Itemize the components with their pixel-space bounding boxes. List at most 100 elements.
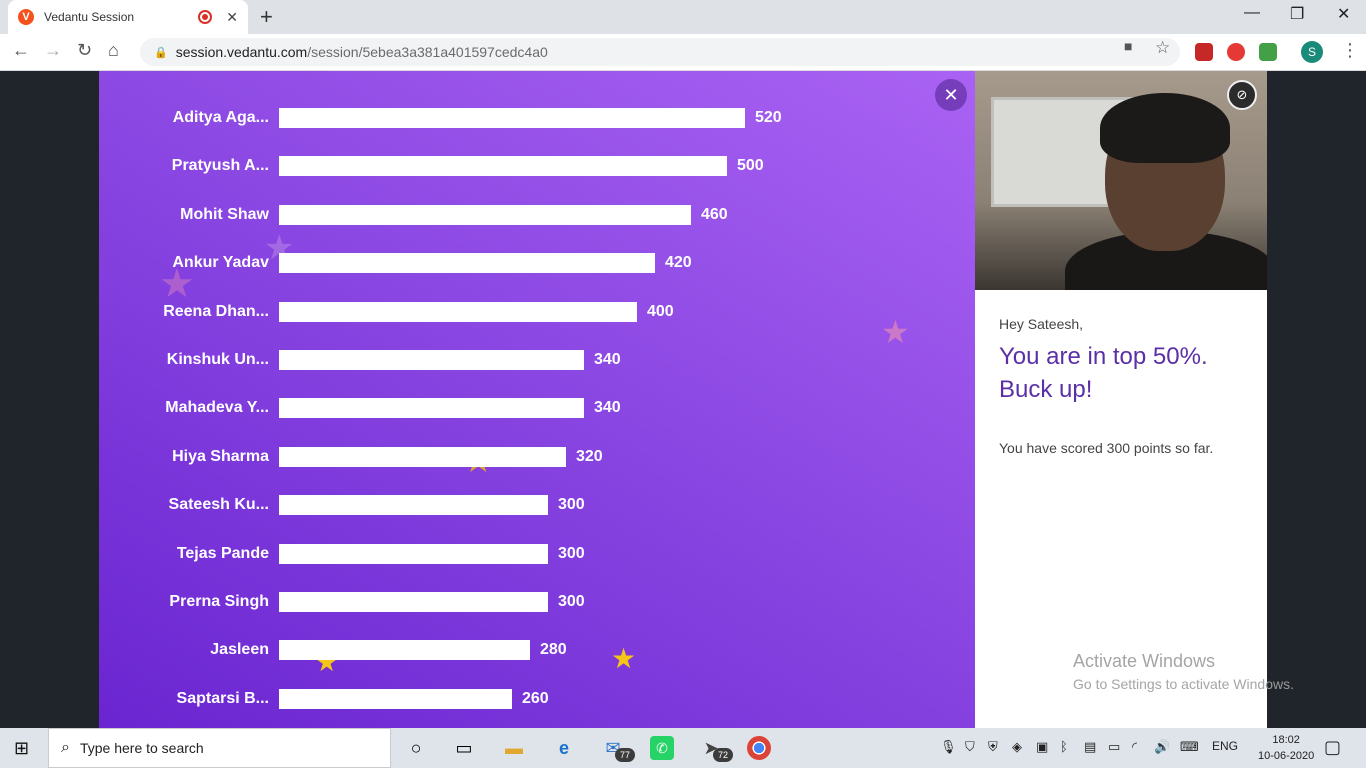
browser-tabstrip: V Vedantu Session ✕ + — ❐ ✕ xyxy=(0,0,1366,34)
student-name: Kinshuk Un... xyxy=(166,351,269,368)
language-indicator[interactable]: ENG xyxy=(1212,739,1238,753)
battery-icon[interactable]: ▭ xyxy=(1108,739,1120,755)
file-explorer-icon[interactable]: ▬ xyxy=(502,736,526,760)
extension-icon[interactable] xyxy=(1195,43,1213,61)
student-name: Jasleen xyxy=(210,641,269,659)
back-arrow-icon[interactable]: ← xyxy=(12,40,30,61)
camera-icon[interactable]: ■ xyxy=(1124,38,1132,54)
activate-windows-watermark: Activate Windows Go to Settings to activ… xyxy=(1073,651,1294,692)
forward-arrow-icon[interactable]: → xyxy=(44,40,62,61)
leaderboard-row: Prerna Singh 300 xyxy=(99,592,975,612)
score-value: 420 xyxy=(665,254,692,272)
score-bar xyxy=(279,204,691,225)
score-value: 300 xyxy=(558,544,585,562)
address-bar[interactable]: 🔒 session.vedantu.com /session/5ebea3a38… xyxy=(140,38,1180,66)
leaderboard-row: Sateesh Ku... 300 xyxy=(99,495,975,516)
score-value: 520 xyxy=(755,109,782,126)
student-name: Sateesh Ku... xyxy=(168,496,269,514)
leaderboard-row: Mohit Shaw 460 xyxy=(99,204,975,225)
headline-line-2: Buck up! xyxy=(999,376,1093,403)
tab-close-button[interactable]: ✕ xyxy=(226,9,238,26)
camera-off-icon[interactable]: ⊘ xyxy=(1227,80,1257,110)
home-icon[interactable]: ⌂ xyxy=(108,40,119,61)
mail-badge: 77 xyxy=(615,748,635,762)
rank-headline: You are in top 50%. Buck up! xyxy=(999,340,1243,406)
score-bar xyxy=(279,350,584,370)
cortana-icon[interactable]: ○ xyxy=(404,736,428,760)
recording-icon xyxy=(198,10,213,24)
score-bar xyxy=(279,543,548,564)
extension-icon[interactable] xyxy=(1227,43,1245,61)
leaderboard-row: Mahadeva Y... 340 xyxy=(99,398,975,419)
score-value: 280 xyxy=(540,641,567,659)
greeting-text: Hey Sateesh, xyxy=(999,316,1084,332)
search-icon: ⌕ xyxy=(61,739,70,756)
profile-avatar[interactable]: S xyxy=(1301,41,1323,63)
notification-icon[interactable]: ▢ xyxy=(1324,737,1341,758)
student-name: Pratyush A... xyxy=(171,157,269,175)
extension-icon[interactable] xyxy=(1259,43,1277,61)
leaderboard-row: Ankur Yadav 420 xyxy=(99,253,975,274)
close-leaderboard-button[interactable]: ✕ xyxy=(935,79,967,111)
score-bar xyxy=(279,688,512,709)
shield-icon[interactable]: ⛉ xyxy=(965,739,975,755)
microphone-icon[interactable]: 🎙 xyxy=(940,739,957,755)
volume-icon[interactable]: 🔊 xyxy=(1154,739,1170,755)
wifi-icon[interactable]: ◜ xyxy=(1132,739,1137,755)
leaderboard-row: Reena Dhan... 400 xyxy=(99,301,975,322)
search-placeholder: Type here to search xyxy=(79,740,204,756)
defender-icon[interactable]: ⛨ xyxy=(988,739,998,755)
edge-icon[interactable]: e xyxy=(552,736,576,760)
bluetooth-icon[interactable]: ᛒ xyxy=(1060,739,1068,754)
student-name: Hiya Sharma xyxy=(172,447,269,465)
keyboard-icon[interactable]: ⌨ xyxy=(1180,739,1199,755)
browser-tab[interactable]: V Vedantu Session ✕ xyxy=(8,0,248,34)
score-value: 300 xyxy=(558,496,585,514)
taskbar: ⊞ ⌕ Type here to search ○ ▭ ▬ e ✉ 77 ✆ ➤… xyxy=(0,728,1366,768)
new-tab-button[interactable]: + xyxy=(260,4,273,30)
leaderboard-row: Aditya Aga... 520 xyxy=(99,108,975,128)
leaderboard-row: Pratyush A... 500 xyxy=(99,156,975,177)
network-app-icon[interactable]: ◈ xyxy=(1012,739,1022,755)
score-bar xyxy=(279,640,530,661)
vedantu-favicon-icon: V xyxy=(18,9,34,25)
clock-date: 10-06-2020 xyxy=(1258,750,1315,762)
score-bar xyxy=(279,253,655,274)
score-value: 320 xyxy=(576,447,603,465)
leaderboard-row: Kinshuk Un... 340 xyxy=(99,350,975,370)
taskbar-search[interactable]: ⌕ Type here to search xyxy=(48,728,391,768)
teacher-video: ⊘ xyxy=(975,71,1267,290)
windows-start-icon[interactable]: ⊞ xyxy=(14,738,29,759)
lock-icon: 🔒 xyxy=(154,46,168,59)
task-view-icon[interactable]: ▭ xyxy=(452,736,476,760)
app-tray-icon[interactable]: ▣ xyxy=(1036,739,1048,755)
score-value: 460 xyxy=(701,205,728,223)
score-value: 500 xyxy=(737,157,764,175)
score-value: 400 xyxy=(647,302,674,320)
bookmark-star-icon[interactable]: ☆ xyxy=(1155,38,1170,58)
browser-menu-icon[interactable]: ⋮ xyxy=(1341,40,1359,61)
whatsapp-icon[interactable]: ✆ xyxy=(650,736,674,760)
display-icon[interactable]: ▤ xyxy=(1084,739,1096,755)
leaderboard: ★ ★ ★ ★ ★ ★ Aditya Aga...520Pratyush A..… xyxy=(99,71,975,728)
score-bar xyxy=(279,495,548,516)
clock[interactable]: 18:02 10-06-2020 xyxy=(1258,732,1314,764)
headline-line-1: You are in top 50%. xyxy=(999,343,1208,370)
chrome-icon[interactable] xyxy=(747,736,771,760)
student-name: Aditya Aga... xyxy=(172,109,269,126)
student-name: Prerna Singh xyxy=(169,593,269,610)
window-close-button[interactable]: ✕ xyxy=(1337,4,1350,24)
leaderboard-row: Tejas Pande 300 xyxy=(99,543,975,564)
reload-icon[interactable]: ↻ xyxy=(77,40,92,61)
leaderboard-row: Jasleen 280 xyxy=(99,640,975,661)
restore-button[interactable]: ❐ xyxy=(1290,4,1304,24)
score-bar xyxy=(279,156,727,177)
url-path: /session/5ebea3a381a401597cedc4a0 xyxy=(307,44,548,60)
browser-toolbar: ← → ↻ ⌂ 🔒 session.vedantu.com /session/5… xyxy=(0,34,1366,71)
student-name: Saptarsi B... xyxy=(176,689,269,707)
activate-title: Activate Windows xyxy=(1073,651,1216,671)
url-host: session.vedantu.com xyxy=(175,44,308,60)
minimize-button[interactable]: — xyxy=(1244,4,1260,22)
student-name: Mohit Shaw xyxy=(180,205,269,223)
student-name: Ankur Yadav xyxy=(172,254,269,272)
